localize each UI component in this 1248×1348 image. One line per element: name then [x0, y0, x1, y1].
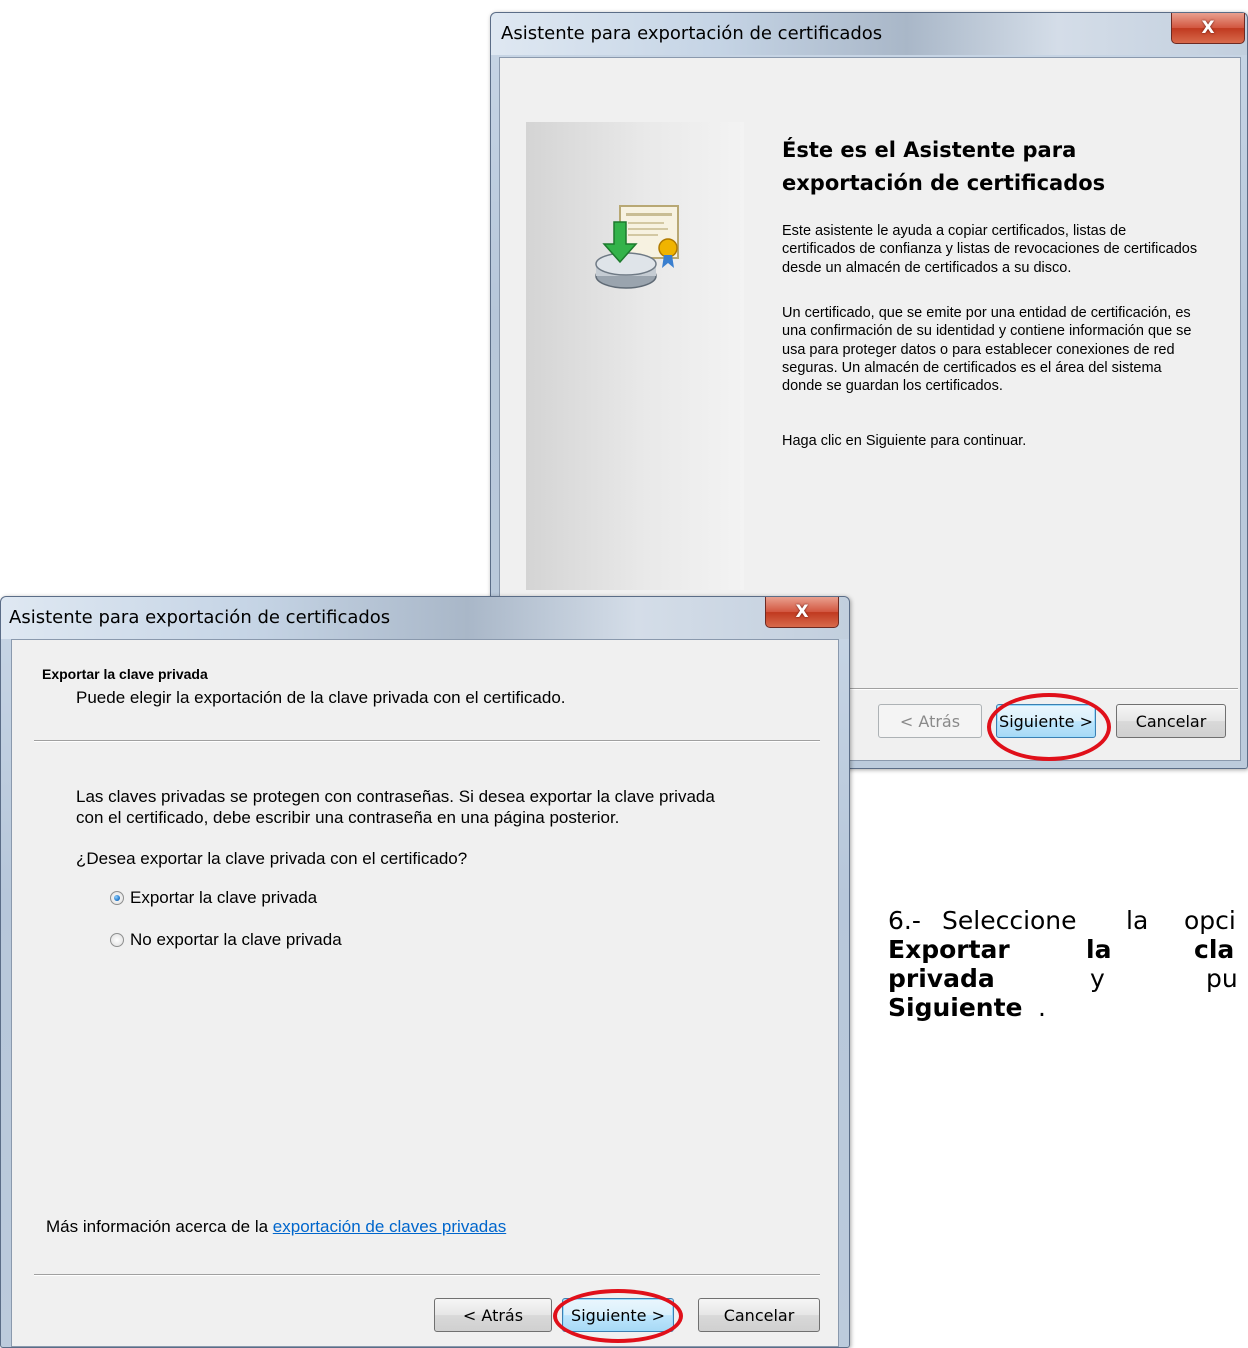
- instruction-bold-word: cla: [1194, 935, 1235, 964]
- instruction-word: pu: [1206, 964, 1238, 993]
- front-window-title: Asistente para exportación de certificad…: [9, 607, 391, 628]
- radio-export-private-key[interactable]: Exportar la clave privada: [110, 888, 317, 908]
- radio-no-export-label[interactable]: No exportar la clave privada: [130, 930, 342, 950]
- front-client-area: Exportar la clave privada Puede elegir l…: [11, 639, 839, 1347]
- wizard-sidebar-panel: [526, 122, 744, 590]
- radio-unselected-icon[interactable]: [110, 933, 124, 947]
- private-key-explanation-line2: con el certificado, debe escribir una co…: [76, 808, 620, 827]
- instruction-bold-word: privada: [888, 964, 995, 993]
- radio-export-label[interactable]: Exportar la clave privada: [130, 888, 317, 908]
- instruction-word: Seleccione: [942, 906, 1077, 935]
- instruction-word: y: [1090, 964, 1105, 993]
- back-title-bar[interactable]: Asistente para exportación de certificad…: [491, 13, 1247, 55]
- instruction-word: opci: [1184, 906, 1236, 935]
- wizard-heading: Éste es el Asistente para exportación de…: [782, 138, 1106, 195]
- private-key-explanation-line1: Las claves privadas se protegen con cont…: [76, 787, 715, 806]
- radio-selected-icon[interactable]: [110, 891, 124, 905]
- front-wizard-window: Asistente para exportación de certificad…: [0, 596, 850, 1348]
- more-info-prefix: Más información acerca de la: [46, 1217, 273, 1236]
- close-icon: X: [1201, 18, 1215, 38]
- header-separator: [34, 740, 820, 742]
- back-close-button[interactable]: X: [1171, 13, 1245, 44]
- front-cancel-button[interactable]: Cancelar: [698, 1298, 820, 1332]
- back-window-title: Asistente para exportación de certificad…: [501, 23, 883, 44]
- instruction-bold-word: la: [1086, 935, 1112, 964]
- more-info-text: Más información acerca de la exportación…: [46, 1216, 766, 1237]
- back-wizard-next-button[interactable]: Siguiente >: [996, 704, 1096, 738]
- export-question: ¿Desea exportar la clave privada con el …: [76, 849, 468, 868]
- front-back-button[interactable]: < Atrás: [434, 1298, 552, 1332]
- back-button-separator: [846, 688, 1238, 690]
- footer-separator: [34, 1274, 820, 1276]
- back-wizard-back-button[interactable]: < Atrás: [878, 704, 982, 738]
- intro-paragraph: Este asistente le ayuda a copiar certifi…: [782, 223, 1198, 276]
- continue-instruction: Haga clic en Siguiente para continuar.: [782, 433, 1027, 449]
- front-title-bar[interactable]: Asistente para exportación de certificad…: [1, 597, 849, 639]
- back-wizard-cancel-button[interactable]: Cancelar: [1116, 704, 1226, 738]
- more-info-link[interactable]: exportación de claves privadas: [273, 1217, 506, 1236]
- radio-no-export-private-key[interactable]: No exportar la clave privada: [110, 930, 342, 950]
- instruction-word: .: [1038, 993, 1046, 1022]
- instruction-bold-word: Exportar: [888, 935, 1010, 964]
- instruction-word: la: [1126, 906, 1149, 935]
- front-next-button[interactable]: Siguiente >: [562, 1298, 674, 1332]
- certificate-export-icon: [595, 205, 679, 289]
- front-close-button[interactable]: X: [765, 597, 839, 628]
- instruction-bold-word: Siguiente: [888, 993, 1023, 1022]
- certificate-paragraph: Un certificado, que se emite por una ent…: [782, 305, 1192, 395]
- page-header-title: Exportar la clave privada: [42, 666, 208, 682]
- page-header-subtitle: Puede elegir la exportación de la clave …: [76, 688, 566, 707]
- close-icon: X: [795, 602, 809, 622]
- instruction-word: 6.-: [888, 906, 921, 935]
